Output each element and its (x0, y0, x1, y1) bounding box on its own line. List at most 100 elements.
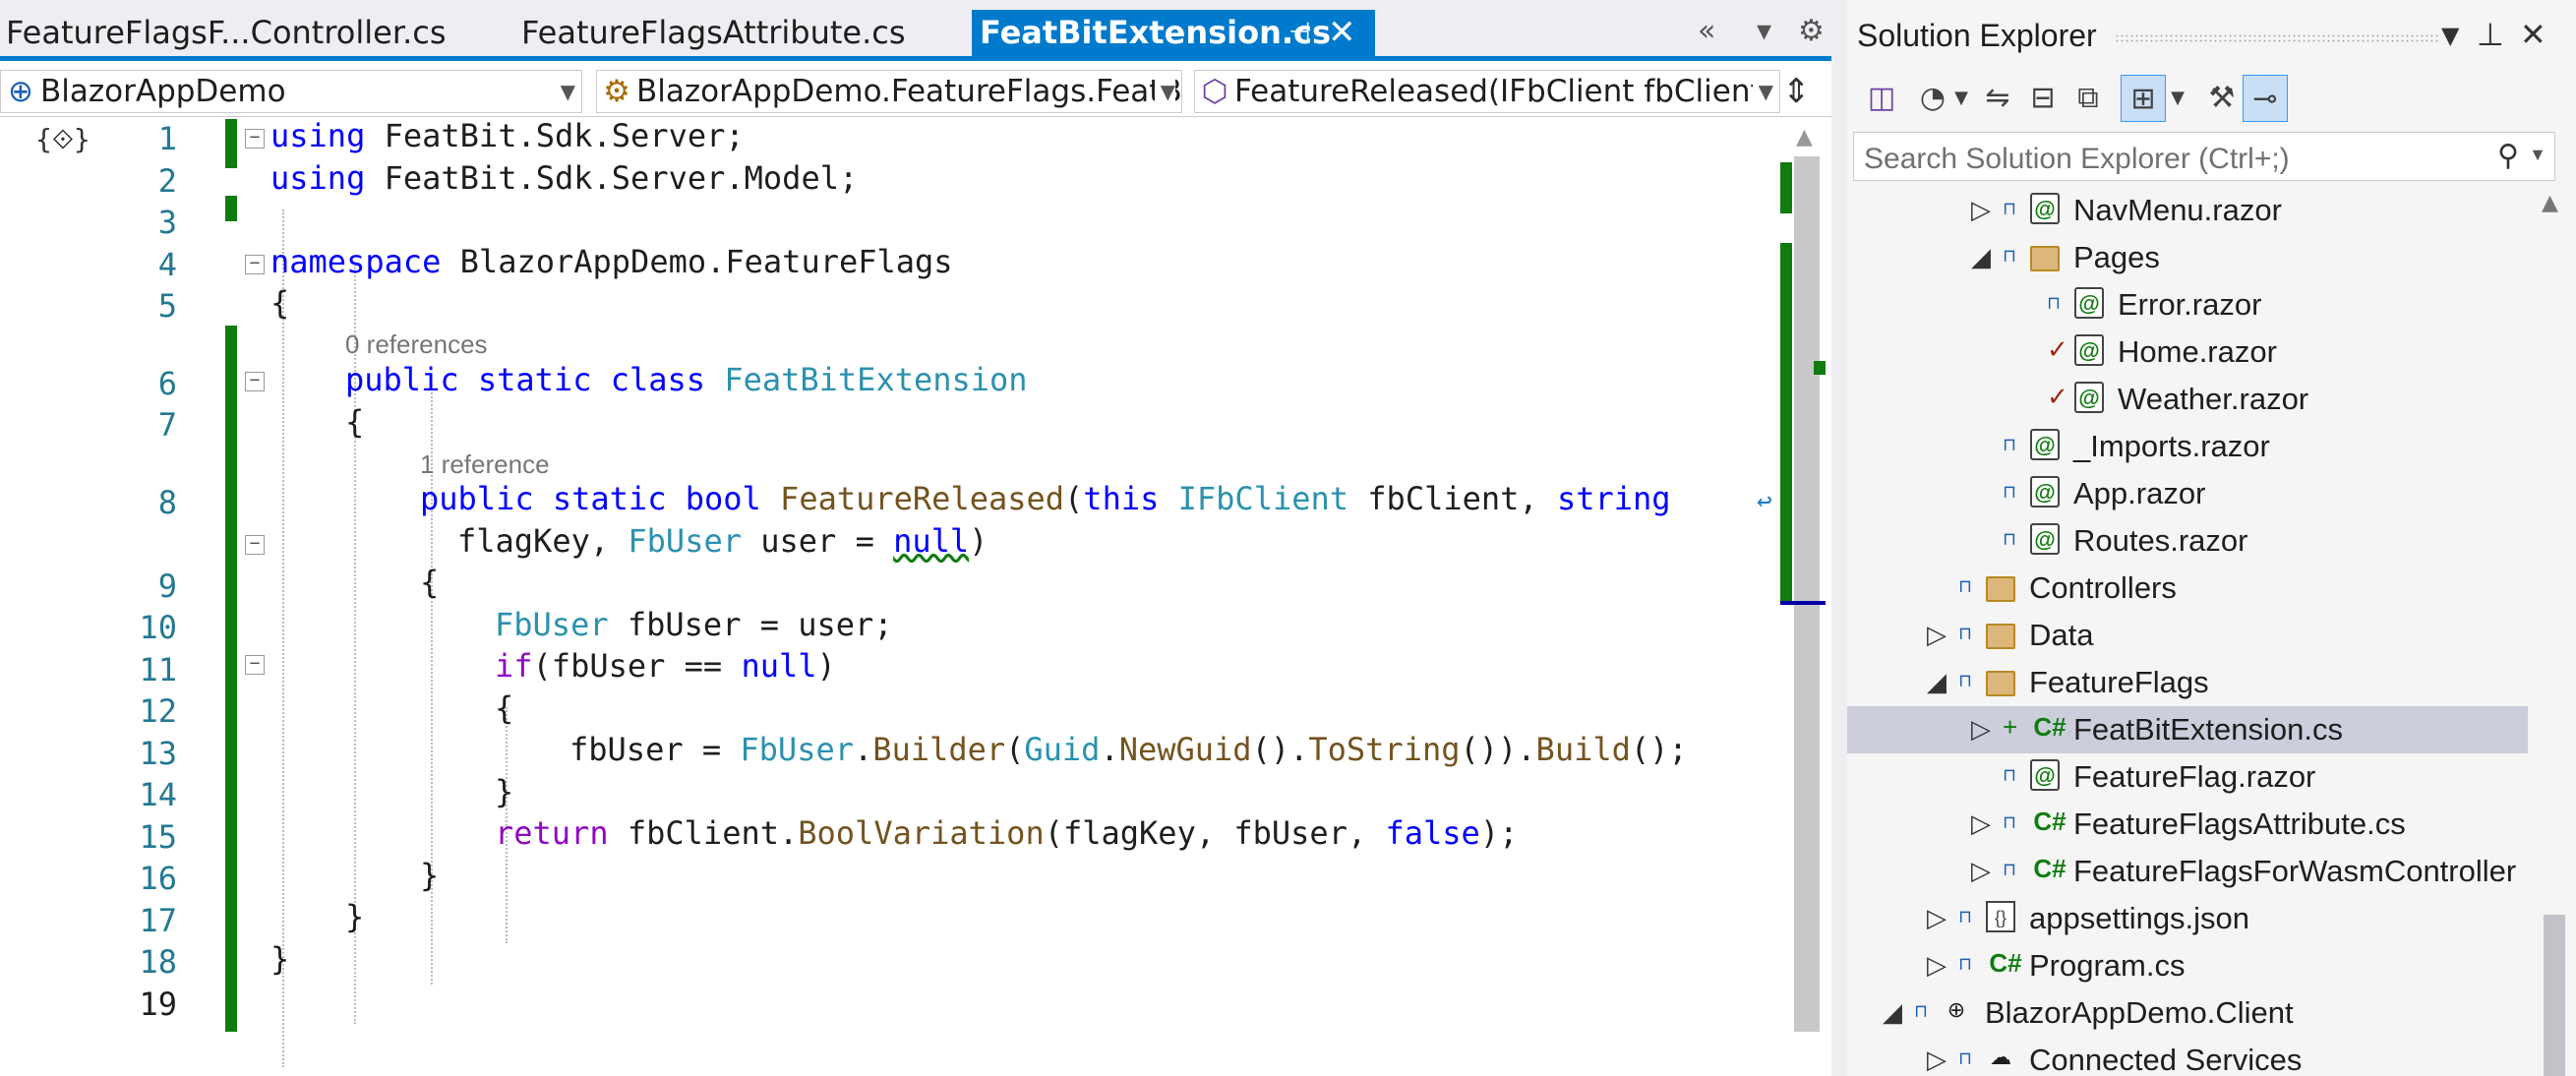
tree-item[interactable]: ▷ ⊓ C# FeatureFlagsForWasmController (1847, 848, 2528, 895)
settings-gear-icon[interactable]: ⚙ (1798, 14, 1825, 48)
close-tab-icon[interactable]: ✕ (1328, 10, 1356, 56)
collapse-all-icon[interactable]: ⊟ (2020, 75, 2066, 122)
project-dropdown[interactable]: ⊕ BlazorAppDemo ▼ (0, 70, 582, 113)
codelens-references[interactable]: 1 reference (420, 449, 550, 480)
solution-explorer-scrollbar[interactable]: ▲ (2528, 187, 2576, 1076)
pane-splitter[interactable] (1831, 0, 1847, 1076)
tree-item[interactable]: ▷ ⊓ Data (1847, 612, 2528, 659)
type-dropdown[interactable]: ⚙ BlazorAppDemo.FeatureFlags.FeatB ▼ (596, 70, 1182, 113)
code-line[interactable]: public static class FeatBitExtension (345, 361, 1028, 398)
switch-views-icon[interactable]: ◫ (1859, 75, 1904, 122)
properties-wrench-icon[interactable]: ⚒ (2199, 75, 2245, 122)
line-number: 12 (139, 692, 177, 730)
code-line[interactable]: } (495, 773, 513, 810)
tree-item[interactable]: ⊓ @ Routes.razor (1847, 517, 2528, 565)
window-position-dropdown-icon[interactable]: ▼ (2441, 22, 2459, 49)
editor-vertical-scrollbar[interactable]: ▲ (1780, 117, 1831, 1076)
code-line[interactable]: } (420, 857, 439, 894)
scroll-thumb[interactable] (1794, 156, 1820, 1032)
tree-item[interactable]: ▷ + C# FeatBitExtension.cs (1847, 706, 2528, 753)
collapsed-arrow-icon[interactable]: ▷ (1927, 903, 1947, 933)
search-options-dropdown-icon[interactable]: ▼ (2529, 145, 2546, 165)
chevron-down-icon[interactable]: ▼ (2166, 75, 2189, 122)
show-all-files-icon[interactable]: ⧉ (2066, 75, 2111, 122)
code-line[interactable]: FbUser fbUser = user; (495, 606, 893, 643)
code-line[interactable]: using FeatBit.Sdk.Server.Model; (270, 159, 858, 197)
collapse-icon[interactable]: − (245, 372, 265, 391)
search-solution-explorer-input[interactable]: Search Solution Explorer (Ctrl+;) ⚲ ▼ (1853, 132, 2555, 181)
collapse-icon[interactable]: − (245, 255, 265, 274)
tree-item[interactable]: ⊓ Controllers (1847, 565, 2528, 612)
code-area[interactable]: {⟐} 1 2 3 4 5 6 7 8 9 10 11 12 13 14 15 … (0, 117, 1780, 1076)
collapse-icon[interactable]: − (245, 655, 265, 675)
navigation-bar: ⊕ BlazorAppDemo ▼ ⚙ BlazorAppDemo.FeatureF… (0, 66, 1831, 117)
tree-item[interactable]: ◢ ⊓ FeatureFlags (1847, 659, 2528, 706)
code-line[interactable]: using FeatBit.Sdk.Server; (270, 117, 745, 154)
change-indicator (225, 326, 237, 1032)
codelens-scope-icon: {⟐} (35, 123, 90, 155)
member-dropdown[interactable]: ⬡ FeatureReleased(IFbClient fbClient, s ▼ (1194, 70, 1780, 113)
tree-item[interactable]: ▷ ⊓ {} appsettings.json (1847, 895, 2528, 942)
close-panel-icon[interactable]: ✕ (2520, 16, 2546, 53)
collapse-icon[interactable]: − (245, 535, 265, 555)
tree-item[interactable]: ▷ ⊓ C# Program.cs (1847, 942, 2528, 989)
preview-selected-items-icon[interactable]: ⊞ (2121, 75, 2166, 122)
tree-item[interactable]: ▷ ⊓ @ NavMenu.razor (1847, 187, 2528, 234)
code-line[interactable]: } (270, 940, 289, 978)
tab-featureflagsforwasmcontroller[interactable]: FeatureFlagsF...Controller.cs (6, 10, 447, 56)
code-line[interactable]: fbUser = FbUser.Builder(Guid.NewGuid().T… (569, 731, 1688, 768)
solution-explorer-toolbar: ◫ ◔ ▼ ⇋ ⊟ ⧉ ⊞ ▼ ⚒ ⊸ (1847, 75, 2576, 126)
expanded-arrow-icon[interactable]: ◢ (1927, 667, 1947, 697)
chevron-down-icon[interactable]: ▼ (1949, 75, 1973, 122)
tree-item[interactable]: ▷ ⊓ C# FeatureFlagsAttribute.cs (1847, 801, 2528, 848)
code-line[interactable]: { (495, 689, 513, 727)
tree-item[interactable]: ◢ ⊓ Pages (1847, 234, 2528, 281)
tree-item[interactable]: ⊓ @ FeatureFlag.razor (1847, 753, 2528, 801)
tree-item[interactable]: ◢ ⊓ ⊕ BlazorAppDemo.Client (1847, 989, 2528, 1037)
tree-item[interactable]: ⊓ @ App.razor (1847, 470, 2528, 517)
code-line[interactable]: flagKey, FbUser user = null) (457, 522, 988, 560)
code-line[interactable]: } (345, 898, 364, 935)
expanded-arrow-icon[interactable]: ◢ (1883, 997, 1902, 1028)
collapsed-arrow-icon[interactable]: ▷ (1927, 620, 1947, 650)
tree-item[interactable]: ✓ @ Home.razor (1847, 329, 2528, 376)
added-icon: + (2003, 712, 2018, 742)
collapsed-arrow-icon[interactable]: ▷ (1971, 195, 1991, 225)
collapsed-arrow-icon[interactable]: ▷ (1971, 856, 1991, 886)
code-line[interactable]: { (345, 403, 364, 441)
split-window-icon[interactable]: ⇕ (1782, 72, 1811, 111)
tree-item[interactable]: ⊓ @ Error.razor (1847, 281, 2528, 329)
tab-list-icon[interactable]: ▾ (1757, 14, 1771, 48)
tab-featureflagsattribute[interactable]: FeatureFlagsAttribute.cs (521, 10, 906, 56)
code-line[interactable]: public static bool FeatureReleased(this … (420, 480, 1671, 517)
sync-with-document-icon[interactable]: ⇋ (1975, 75, 2020, 122)
code-line[interactable]: namespace BlazorAppDemo.FeatureFlags (270, 243, 953, 280)
tab-featbitextension[interactable]: FeatBitExtension.cs ⊣ ✕ (972, 10, 1375, 61)
preview-pin-icon[interactable]: ⊸ (2243, 75, 2288, 122)
collapsed-arrow-icon[interactable]: ▷ (1971, 714, 1991, 745)
collapsed-arrow-icon[interactable]: ▷ (1971, 808, 1991, 839)
tree-item[interactable]: ✓ @ Weather.razor (1847, 376, 2528, 423)
collapse-icon[interactable]: − (245, 129, 265, 149)
json-file-icon: {} (1986, 901, 2015, 932)
code-line[interactable]: return fbClient.BoolVariation(flagKey, f… (495, 814, 1518, 852)
codelens-references[interactable]: 0 references (345, 329, 488, 360)
expanded-arrow-icon[interactable]: ◢ (1971, 242, 1991, 272)
code-line[interactable]: { (270, 284, 289, 322)
collapsed-arrow-icon[interactable]: ▷ (1927, 1045, 1947, 1075)
scroll-up-icon[interactable]: ▲ (2542, 191, 2558, 215)
scroll-thumb[interactable] (2544, 915, 2565, 1076)
pin-icon[interactable]: ⊥ (2477, 16, 2504, 53)
scroll-up-icon[interactable]: ▲ (1796, 125, 1813, 149)
tree-item[interactable]: ▷ ⊓ ☁ Connected Services (1847, 1037, 2528, 1076)
tree-item[interactable]: ⊓ @ _Imports.razor (1847, 423, 2528, 470)
tab-overflow-icon[interactable]: « (1698, 14, 1715, 48)
chevron-down-icon: ▼ (554, 71, 575, 112)
drag-grip[interactable] (2115, 33, 2439, 43)
pin-icon[interactable]: ⊣ (1288, 10, 1311, 56)
tree-item-label: appsettings.json (2029, 901, 2250, 935)
search-icon[interactable]: ⚲ (2497, 139, 2519, 173)
collapsed-arrow-icon[interactable]: ▷ (1927, 950, 1947, 981)
code-line[interactable]: if(fbUser == null) (495, 647, 836, 685)
code-line[interactable]: { (420, 564, 439, 601)
